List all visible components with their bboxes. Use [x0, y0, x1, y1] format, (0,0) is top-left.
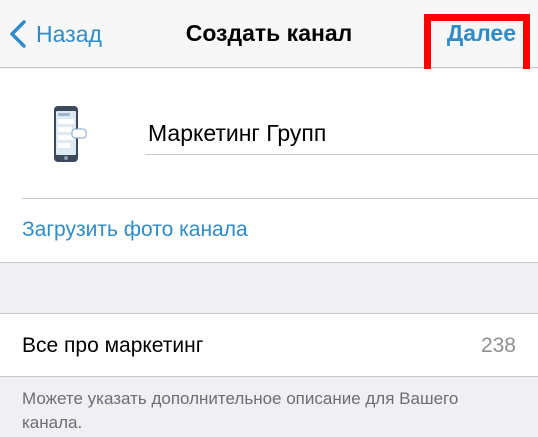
channel-info-section: Загрузить фото канала: [0, 69, 538, 263]
row-divider: [22, 198, 538, 199]
character-counter: 238: [480, 334, 516, 357]
create-channel-screen: Назад Создать канал Далее Загрузить фото…: [0, 0, 538, 437]
channel-name-input[interactable]: [145, 113, 538, 155]
description-section: 238: [0, 313, 538, 377]
phone-channel-photo-icon[interactable]: [48, 105, 88, 165]
channel-description-input[interactable]: [22, 328, 442, 364]
description-hint: Можете указать дополнительное описание д…: [22, 389, 459, 432]
upload-channel-photo-link[interactable]: Загрузить фото канала: [22, 218, 248, 242]
